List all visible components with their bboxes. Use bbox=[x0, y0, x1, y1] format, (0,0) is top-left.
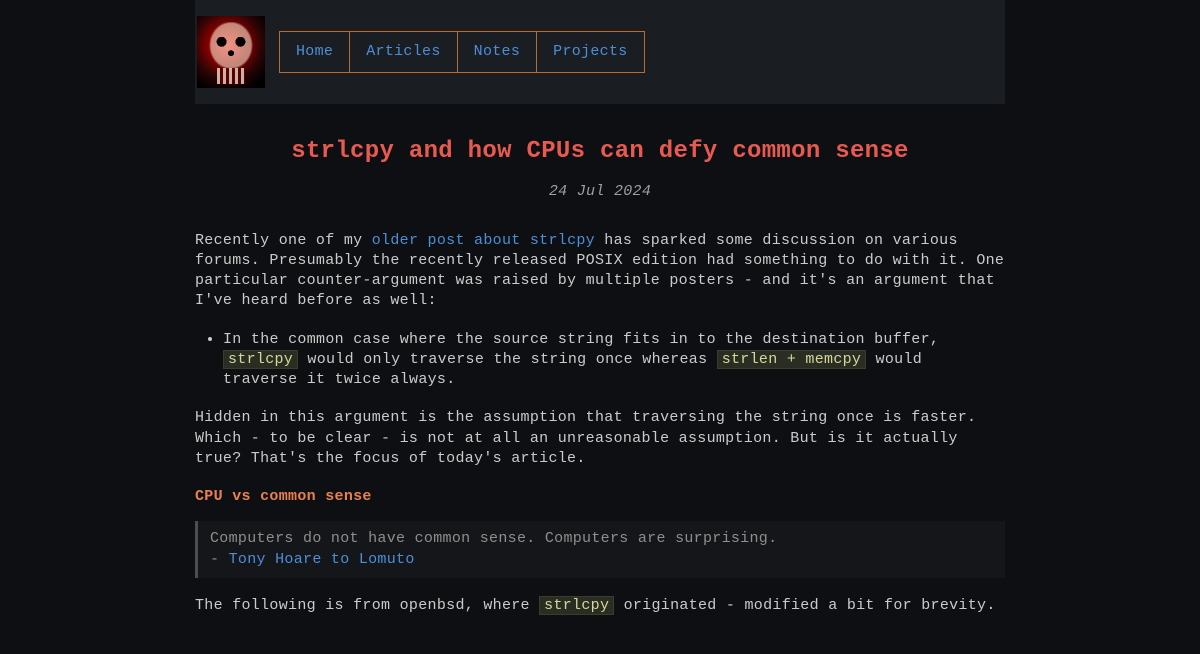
closing-text-pre: The following is from openbsd, where bbox=[195, 597, 539, 614]
intro-text-before: Recently one of my bbox=[195, 232, 372, 249]
argument-item: In the common case where the source stri… bbox=[223, 330, 1005, 391]
closing-paragraph: The following is from openbsd, where str… bbox=[195, 596, 1005, 616]
bullet-text-pre: In the common case where the source stri… bbox=[223, 331, 939, 348]
quote-attribution-line: - Tony Hoare to Lomuto bbox=[210, 550, 993, 570]
quote-dash: - bbox=[210, 551, 229, 568]
nav-home[interactable]: Home bbox=[280, 32, 350, 72]
article-title: strlcpy and how CPUs can defy common sen… bbox=[195, 136, 1005, 168]
article-date: 24 Jul 2024 bbox=[195, 182, 1005, 202]
hidden-assumption-paragraph: Hidden in this argument is the assumptio… bbox=[195, 408, 1005, 469]
article-content: strlcpy and how CPUs can defy common sen… bbox=[195, 104, 1005, 654]
main-nav: Home Articles Notes Projects bbox=[279, 31, 645, 73]
intro-paragraph: Recently one of my older post about strl… bbox=[195, 231, 1005, 312]
quote-attribution-link[interactable]: Tony Hoare to Lomuto bbox=[229, 551, 415, 568]
code-strlcpy: strlcpy bbox=[223, 350, 298, 369]
header-bar: Home Articles Notes Projects bbox=[195, 0, 1005, 104]
nav-notes[interactable]: Notes bbox=[458, 32, 538, 72]
code-strlen-memcpy: strlen + memcpy bbox=[717, 350, 867, 369]
older-post-link[interactable]: older post about strlcpy bbox=[372, 232, 595, 249]
logo-skull-image bbox=[197, 16, 265, 88]
argument-list: In the common case where the source stri… bbox=[223, 330, 1005, 391]
bullet-text-mid: would only traverse the string once wher… bbox=[298, 351, 717, 368]
quote-line: Computers do not have common sense. Comp… bbox=[210, 529, 993, 549]
nav-projects[interactable]: Projects bbox=[537, 32, 643, 72]
section-heading-cpu: CPU vs common sense bbox=[195, 487, 1005, 507]
closing-text-post: originated - modified a bit for brevity. bbox=[614, 597, 995, 614]
code-strlcpy-2: strlcpy bbox=[539, 596, 614, 615]
quote-block: Computers do not have common sense. Comp… bbox=[195, 521, 1005, 578]
nav-articles[interactable]: Articles bbox=[350, 32, 457, 72]
